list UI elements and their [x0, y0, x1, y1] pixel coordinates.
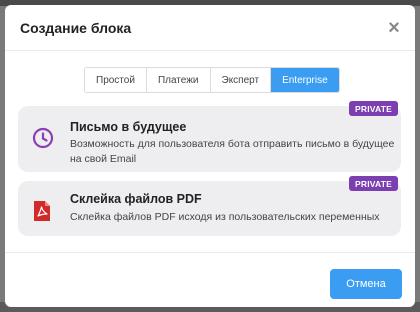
block-description: Возможность для пользователя бота отправ… — [70, 138, 395, 165]
tab-expert[interactable]: Эксперт — [210, 68, 272, 92]
dialog-footer: Отмена — [5, 252, 415, 307]
private-badge: PRIVATE — [349, 176, 398, 191]
tab-simple[interactable]: Простой — [85, 68, 147, 92]
pdf-file-icon — [32, 200, 52, 227]
block-card-future-letter[interactable]: Письмо в будущее Возможность для пользов… — [18, 101, 401, 172]
tab-enterprise[interactable]: Enterprise — [271, 68, 339, 92]
tab-payments[interactable]: Платежи — [146, 68, 211, 92]
clock-icon — [32, 127, 54, 154]
private-badge: PRIVATE — [349, 101, 398, 116]
block-description: Склейка файлов PDF исходя из пользовател… — [70, 211, 380, 223]
category-tabs: Простой Платежи Эксперт Enterprise — [84, 67, 340, 93]
block-title: Письмо в будущее — [70, 120, 187, 134]
dialog-title: Создание блока — [20, 19, 132, 36]
block-card-pdf-merge[interactable]: Склейка файлов PDF Склейка файлов PDF ис… — [18, 176, 401, 236]
create-block-dialog: Создание блока × Простой Платежи Эксперт… — [5, 5, 415, 307]
dialog-header: Создание блока × — [5, 5, 415, 51]
cancel-button[interactable]: Отмена — [330, 269, 402, 299]
close-button[interactable]: × — [385, 18, 403, 38]
block-title: Склейка файлов PDF — [70, 192, 202, 206]
